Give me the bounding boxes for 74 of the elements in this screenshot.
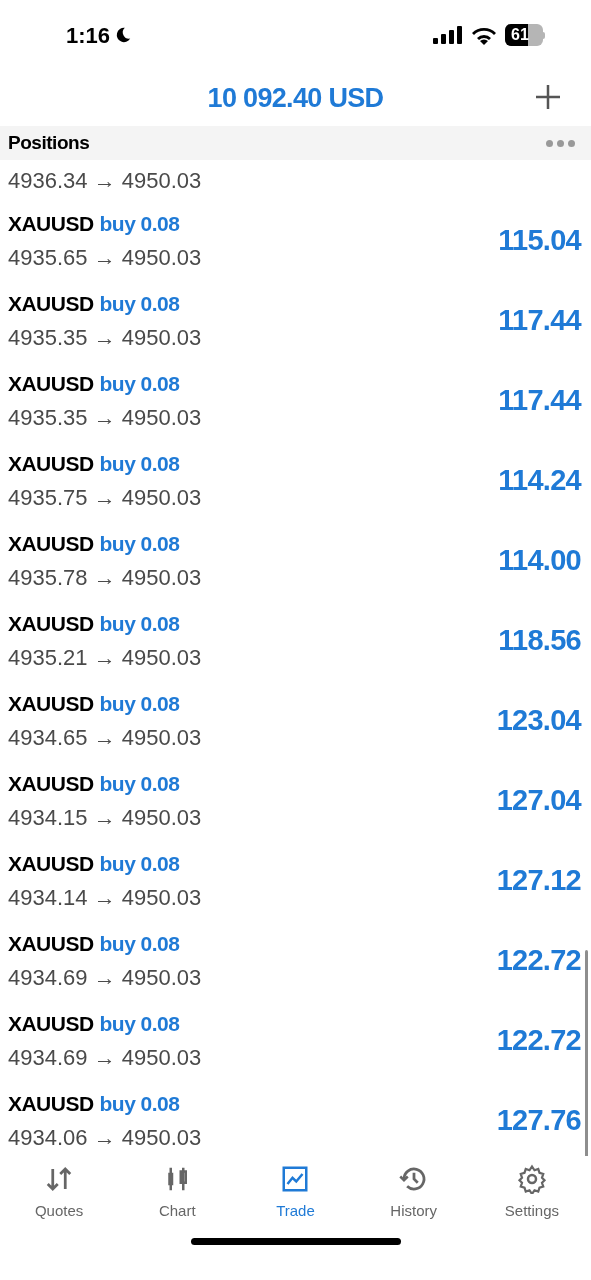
order-side: buy 0.08 [99, 850, 180, 877]
symbol: XAUUSD [8, 290, 94, 317]
tab-bar-item[interactable]: History [354, 1156, 473, 1230]
profit-value: 114.24 [498, 463, 581, 499]
symbol: XAUUSD [8, 610, 94, 637]
symbol: XAUUSD [8, 770, 94, 797]
order-side: buy 0.08 [99, 770, 180, 797]
position-row[interactable]: XAUUSD buy 0.08 4934.14 → 4950.03 127.12 [0, 840, 591, 920]
tab-bar-item[interactable]: Quotes [0, 1156, 119, 1230]
order-side: buy 0.08 [99, 370, 180, 397]
order-side: buy 0.08 [99, 610, 180, 637]
symbol: XAUUSD [8, 1090, 94, 1117]
position-row[interactable]: XAUUSD buy 0.08 4935.65 → 4950.03 115.04 [0, 200, 591, 280]
symbol: XAUUSD [8, 690, 94, 717]
profit-value: 118.56 [498, 623, 581, 659]
symbol: XAUUSD [8, 370, 94, 397]
position-row[interactable]: XAUUSD buy 0.08 4934.69 → 4950.03 122.72 [0, 1000, 591, 1080]
profit-value: 123.04 [496, 703, 581, 739]
profit-value: 122.72 [496, 943, 581, 979]
wifi-icon [471, 25, 497, 45]
price-range: 4935.65 → 4950.03 [8, 244, 202, 273]
signal-icon [433, 26, 463, 44]
price-range: 4934.15 → 4950.03 [8, 804, 202, 833]
add-button[interactable] [533, 82, 563, 112]
position-row[interactable]: XAUUSD buy 0.08 4934.15 → 4950.03 127.04 [0, 760, 591, 840]
price-range: 4935.35 → 4950.03 [8, 404, 202, 433]
symbol: XAUUSD [8, 1010, 94, 1037]
position-row[interactable]: XAUUSD buy 0.08 4935.21 → 4950.03 118.56 [0, 600, 591, 680]
tab-bar-item[interactable]: Trade [236, 1156, 355, 1230]
profit-value: 127.04 [496, 783, 581, 819]
plus-icon [535, 84, 561, 110]
order-side: buy 0.08 [99, 930, 180, 957]
tab-bar-item[interactable]: Chart [118, 1156, 237, 1230]
price-range: 4935.75 → 4950.03 [8, 484, 202, 513]
order-side: buy 0.08 [99, 290, 180, 317]
price-range: 4935.21 → 4950.03 [8, 644, 202, 673]
order-side: buy 0.08 [99, 450, 180, 477]
position-row[interactable]: XAUUSD buy 0.08 4935.35 → 4950.03 117.44 [0, 360, 591, 440]
position-row[interactable]: XAUUSD buy 0.08 4934.65 → 4950.03 123.04 [0, 680, 591, 760]
price-range: 4934.69 → 4950.03 [8, 964, 202, 993]
price-range: 4935.35 → 4950.03 [8, 324, 202, 353]
profit-value: 117.44 [498, 383, 581, 419]
position-row[interactable]: XAUUSD buy 0.08 4935.78 → 4950.03 114.00 [0, 520, 591, 600]
price-range: 4934.65 → 4950.03 [8, 724, 202, 753]
balance-title: 10 092.40 USD [207, 81, 384, 115]
symbol: XAUUSD [8, 930, 94, 957]
position-row[interactable]: XAUUSD buy 0.08 4935.75 → 4950.03 114.24 [0, 440, 591, 520]
price-range: 4934.06 → 4950.03 [8, 1124, 202, 1153]
profit-value: 114.00 [498, 543, 581, 579]
settings-icon [516, 1163, 547, 1194]
symbol: XAUUSD [8, 530, 94, 557]
order-side: buy 0.08 [99, 210, 180, 237]
position-row[interactable]: XAUUSD buy 0.08 4935.35 → 4950.03 117.44 [0, 280, 591, 360]
position-row[interactable]: XAUUSD buy 0.08 4934.69 → 4950.03 122.72 [0, 920, 591, 1000]
price-range: 4934.14 → 4950.03 [8, 884, 202, 913]
position-row[interactable]: XAUUSD buy 0.08 4934.06 → 4950.03 127.76 [0, 1080, 591, 1156]
order-side: buy 0.08 [99, 1010, 180, 1037]
profit-value: 122.72 [496, 1023, 581, 1059]
profit-value: 127.76 [496, 1103, 581, 1139]
price-range: 4934.69 → 4950.03 [8, 1044, 202, 1073]
status-time: 1:16 [66, 21, 111, 50]
tab-bar-item[interactable]: Settings [472, 1156, 591, 1230]
profit-value: 117.44 [498, 303, 581, 339]
symbol: XAUUSD [8, 450, 94, 477]
section-title: Positions [8, 130, 90, 155]
symbol: XAUUSD [8, 850, 94, 877]
profit-value: 127.12 [496, 863, 581, 899]
price-range: 4936.34 → 4950.03 [8, 166, 202, 195]
price-range: 4935.78 → 4950.03 [8, 564, 202, 593]
profit-value: 115.04 [498, 223, 581, 259]
order-side: buy 0.08 [99, 530, 180, 557]
order-side: buy 0.08 [99, 690, 180, 717]
symbol: XAUUSD [8, 210, 94, 237]
order-side: buy 0.08 [99, 1090, 180, 1117]
